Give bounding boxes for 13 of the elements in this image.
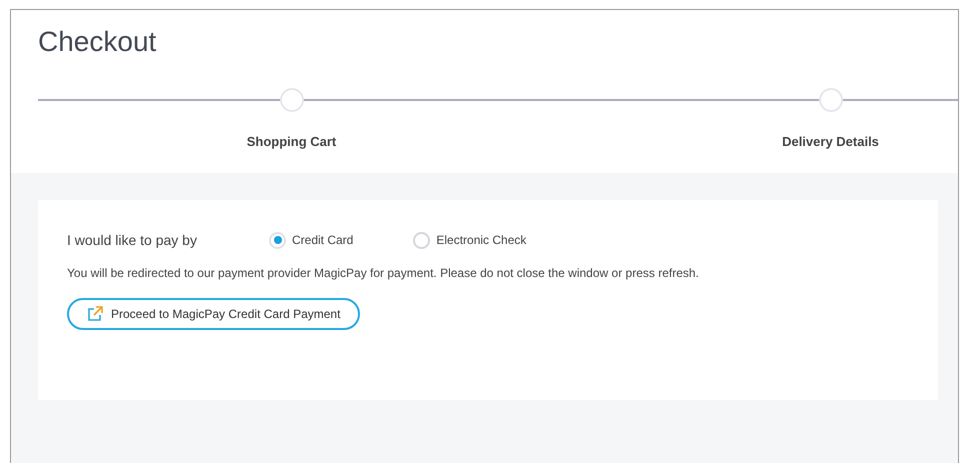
- step-marker: [818, 88, 842, 112]
- redirect-notice: You will be redirected to our payment provider MagicPay for payment. Please do not close the window or press refresh.: [67, 265, 700, 282]
- step-marker: [280, 88, 304, 112]
- radio-icon: [413, 232, 430, 248]
- proceed-button[interactable]: Proceed to MagicPay Credit Card Payment: [67, 298, 360, 330]
- payment-radio[interactable]: Electronic Check: [413, 231, 526, 249]
- payment-radio[interactable]: Credit Card: [269, 231, 354, 249]
- page-title: Checkout: [38, 26, 156, 58]
- pay-by-label: I would like to pay by: [67, 230, 198, 250]
- step-label: Delivery Details: [782, 133, 879, 151]
- radio-icon: [269, 232, 286, 248]
- step-label: Shopping Cart: [246, 133, 336, 151]
- external-link-icon: [87, 306, 103, 322]
